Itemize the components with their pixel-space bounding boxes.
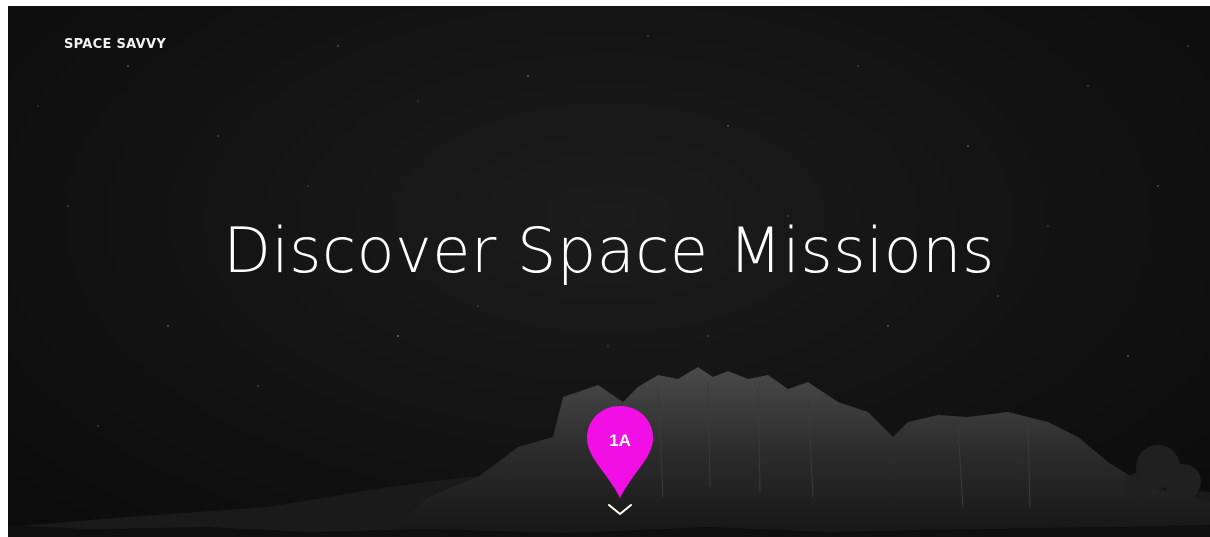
marker-label: 1A [609, 431, 631, 450]
map-pin-icon [587, 406, 653, 498]
page-title: Discover Space Missions [223, 214, 995, 287]
brand-logo-link[interactable]: SPACE SAVVY [64, 37, 166, 52]
hero-section: SPACE SAVVY Discover Space Missions 1A [8, 6, 1210, 537]
chevron-down-icon[interactable] [606, 502, 634, 518]
